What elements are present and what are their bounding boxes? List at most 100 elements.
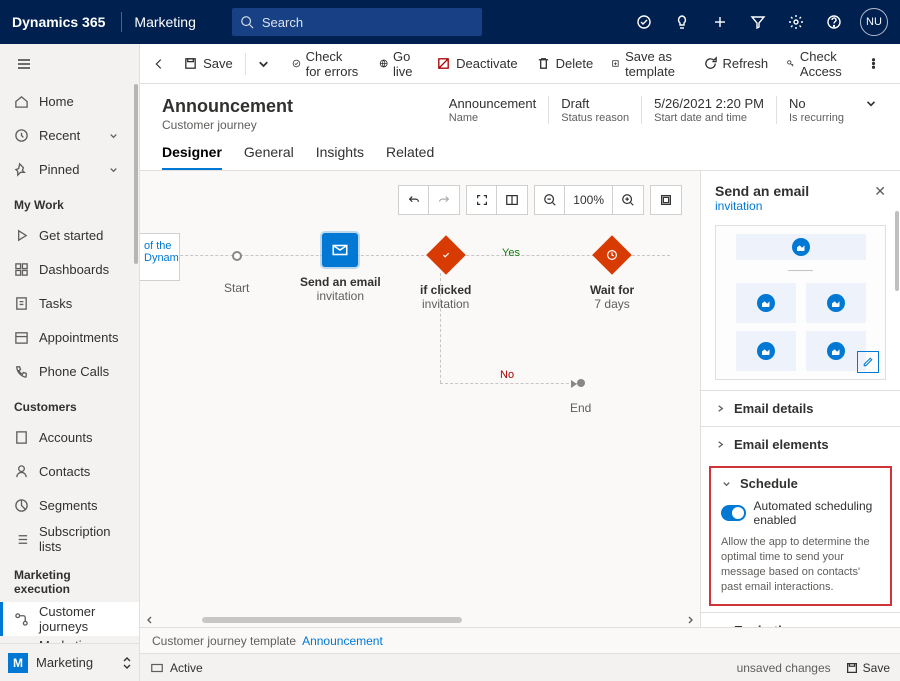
header-field-start[interactable]: 5/26/2021 2:20 PMStart date and time — [641, 96, 776, 124]
chevron-updown-icon — [121, 656, 133, 670]
divider — [245, 53, 246, 75]
cmd-label: Save — [863, 661, 890, 675]
nav-accounts[interactable]: Accounts — [0, 420, 139, 454]
field-value: No — [789, 96, 844, 111]
header-field-status[interactable]: DraftStatus reason — [548, 96, 641, 124]
end-dot-icon — [577, 379, 585, 387]
panel-close-button[interactable]: ✕ — [874, 183, 886, 200]
end-node[interactable]: End — [570, 361, 591, 415]
chevron-down-icon — [256, 56, 271, 71]
deactivate-button[interactable]: Deactivate — [428, 49, 525, 79]
wait-tile[interactable]: Wait for 7 days — [590, 233, 634, 311]
app-name[interactable]: Marketing — [134, 14, 195, 30]
header-field-recurring[interactable]: NoIs recurring — [776, 96, 856, 124]
preview-cell — [736, 331, 796, 371]
nav-customer-journeys[interactable]: Customer journeys — [0, 602, 139, 636]
check-errors-button[interactable]: Check for errors — [284, 49, 369, 79]
assistant-icon[interactable] — [628, 6, 660, 38]
condition-tile[interactable]: if clicked invitation — [420, 233, 471, 311]
breadcrumb-label: Customer journey template — [152, 634, 296, 648]
email-preview[interactable]: ───── — [715, 225, 886, 380]
nav-recent[interactable]: Recent — [0, 118, 139, 152]
back-button[interactable] — [150, 50, 167, 78]
tab-general[interactable]: General — [244, 144, 294, 170]
tab-related[interactable]: Related — [386, 144, 434, 170]
nav-segments[interactable]: Segments — [0, 488, 139, 522]
nav-phone-calls[interactable]: Phone Calls — [0, 354, 139, 388]
zoom-in-button[interactable] — [613, 186, 643, 214]
auto-schedule-toggle[interactable] — [721, 505, 746, 521]
nav-subscription-lists[interactable]: Subscription lists — [0, 522, 139, 556]
section-email-elements[interactable]: Email elements — [701, 426, 900, 462]
field-label: Start date and time — [654, 112, 764, 124]
area-label: Marketing — [36, 655, 93, 670]
tab-insights[interactable]: Insights — [316, 144, 364, 170]
lightbulb-icon[interactable] — [666, 6, 698, 38]
help-icon[interactable] — [818, 6, 850, 38]
schedule-header[interactable]: Schedule — [721, 476, 880, 491]
play-icon — [14, 228, 29, 243]
more-button[interactable] — [858, 49, 894, 79]
header-expand-button[interactable] — [864, 96, 878, 113]
breadcrumb-link[interactable]: Announcement — [302, 634, 383, 648]
node-sub: invitation — [422, 297, 469, 311]
filter-icon[interactable] — [742, 6, 774, 38]
panel-subtitle[interactable]: invitation — [715, 199, 809, 213]
status-active[interactable]: Active — [170, 661, 203, 675]
brand[interactable]: Dynamics 365 — [12, 14, 105, 30]
nav-home[interactable]: Home — [0, 84, 139, 118]
task-icon — [14, 296, 29, 311]
nav-contacts[interactable]: Contacts — [0, 454, 139, 488]
start-node[interactable]: Start — [224, 233, 249, 295]
field-value: 5/26/2021 2:20 PM — [654, 96, 764, 111]
nav-label: Contacts — [39, 464, 90, 479]
nav-pinned[interactable]: Pinned — [0, 152, 139, 186]
save-button[interactable]: Save — [175, 49, 241, 79]
check-access-button[interactable]: Check Access — [778, 49, 856, 79]
footer-save-button[interactable]: Save — [845, 661, 890, 675]
nav-appointments[interactable]: Appointments — [0, 320, 139, 354]
save-dropdown[interactable] — [250, 49, 282, 79]
nav-dashboards[interactable]: Dashboards — [0, 252, 139, 286]
record-header: Announcement Customer journey Announceme… — [140, 84, 900, 132]
global-search[interactable]: Search — [232, 8, 482, 36]
user-avatar[interactable]: NU — [860, 8, 888, 36]
redo-button[interactable] — [429, 186, 459, 214]
header-field-name[interactable]: AnnouncementName — [437, 96, 548, 124]
minimap-button[interactable] — [497, 186, 527, 214]
zoom-level[interactable]: 100% — [565, 186, 613, 214]
preview-cell — [806, 283, 866, 323]
go-live-button[interactable]: Go live — [371, 49, 427, 79]
refresh-button[interactable]: Refresh — [695, 49, 777, 79]
delete-button[interactable]: Delete — [528, 49, 602, 79]
refresh-icon — [703, 56, 718, 71]
fit-button[interactable] — [467, 186, 497, 214]
area-switcher[interactable]: M Marketing — [0, 643, 139, 681]
properties-panel: Send an email invitation ✕ ───── Email d… — [700, 171, 900, 627]
edit-preview-button[interactable] — [857, 351, 879, 373]
nav-get-started[interactable]: Get started — [0, 218, 139, 252]
sidebar-scrollbar[interactable] — [133, 84, 139, 643]
undo-button[interactable] — [399, 186, 429, 214]
section-schedule: Schedule Automated scheduling enabled Al… — [709, 466, 892, 606]
save-template-button[interactable]: Save as template — [603, 49, 692, 79]
hamburger-button[interactable] — [0, 44, 139, 84]
panel-scrollbar[interactable] — [894, 211, 900, 627]
designer-canvas[interactable]: 100% of theDynam Start Send an email inv… — [140, 171, 700, 627]
add-icon[interactable] — [704, 6, 736, 38]
canvas-h-scrollbar[interactable] — [140, 613, 700, 627]
zoom-out-button[interactable] — [535, 186, 565, 214]
section-expiration[interactable]: Expiration — [701, 612, 900, 627]
fullscreen-button[interactable] — [651, 186, 681, 214]
building-icon — [14, 430, 29, 445]
auto-schedule-toggle-row: Automated scheduling enabled — [721, 499, 880, 527]
nav-tasks[interactable]: Tasks — [0, 286, 139, 320]
tab-designer[interactable]: Designer — [162, 144, 222, 170]
diamond-icon — [426, 235, 466, 275]
audience-tile-fragment[interactable]: of theDynam — [140, 233, 180, 281]
email-tile[interactable]: Send an email invitation — [300, 233, 381, 303]
globe-icon — [379, 56, 388, 71]
settings-icon[interactable] — [780, 6, 812, 38]
nav-label: Dashboards — [39, 262, 109, 277]
section-email-details[interactable]: Email details — [701, 390, 900, 426]
